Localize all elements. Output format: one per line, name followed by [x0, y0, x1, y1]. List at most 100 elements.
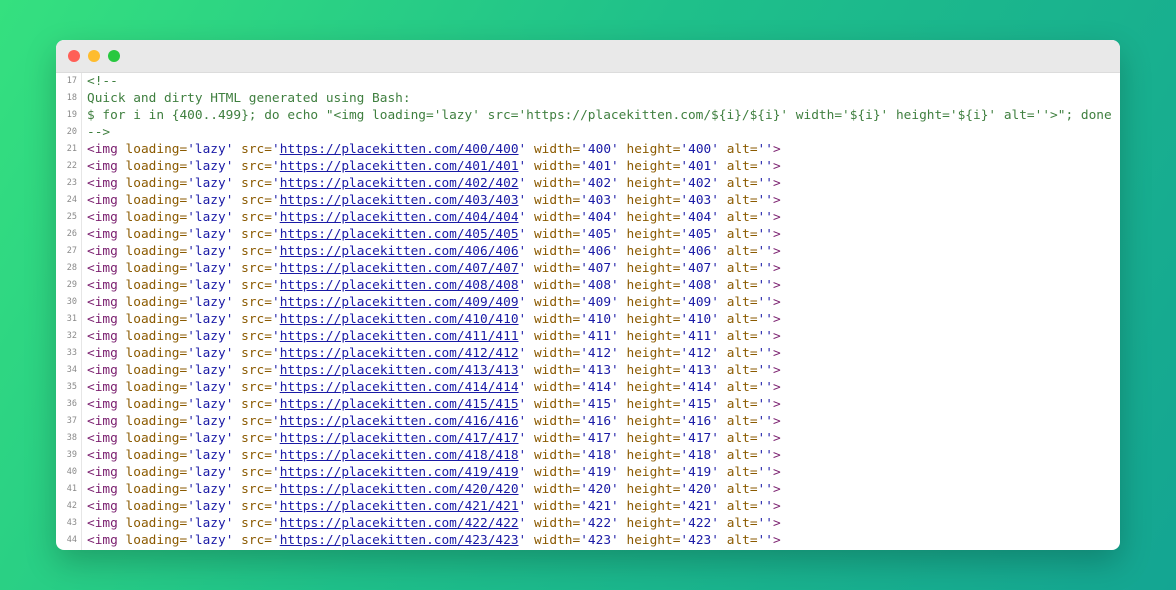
quote: ' [680, 142, 689, 157]
tag-open: <img [87, 295, 118, 310]
tag-open: <img [87, 397, 118, 412]
src-link[interactable]: https://placekitten.com/402/402 [280, 176, 519, 191]
quote: ' [711, 261, 719, 276]
src-link[interactable]: https://placekitten.com/411/411 [280, 329, 519, 344]
maximize-window-button[interactable] [108, 50, 120, 62]
src-link[interactable]: https://placekitten.com/407/407 [280, 261, 519, 276]
src-link[interactable]: https://placekitten.com/404/404 [280, 210, 519, 225]
quote: ' [680, 244, 689, 259]
quote: ' [271, 499, 280, 514]
attr-loading: loading= [125, 414, 188, 429]
src-link[interactable]: https://placekitten.com/421/421 [280, 499, 519, 514]
tag-close: > [772, 465, 781, 480]
src-link[interactable]: https://placekitten.com/405/405 [280, 227, 519, 242]
src-link[interactable]: https://placekitten.com/415/415 [280, 397, 519, 412]
attr-alt: alt= [726, 312, 758, 327]
quote: ' [611, 499, 619, 514]
quote: ' [580, 159, 588, 174]
src-link[interactable]: https://placekitten.com/416/416 [280, 414, 519, 429]
tag-open: <img [87, 414, 118, 429]
attr-alt: alt= [726, 448, 758, 463]
attr-height: height= [626, 142, 681, 157]
tag-open: <img [87, 193, 118, 208]
quote: ' [518, 193, 527, 208]
close-window-button[interactable] [68, 50, 80, 62]
line-number: 19 [56, 107, 82, 124]
src-link[interactable]: https://placekitten.com/420/420 [280, 482, 519, 497]
quote: ' [580, 295, 588, 310]
quote: ' [518, 533, 527, 548]
quote: ' [611, 397, 619, 412]
attr-value: 'lazy' [187, 193, 234, 208]
quote: ' [518, 159, 527, 174]
quote: ' [611, 533, 619, 548]
quote: ' [711, 414, 719, 429]
tag-open: <img [87, 431, 118, 446]
quote: ' [680, 397, 689, 412]
src-link[interactable]: https://placekitten.com/400/400 [280, 142, 519, 157]
line-number: 33 [56, 345, 82, 362]
attr-loading: loading= [125, 431, 188, 446]
line-number: 42 [56, 498, 82, 515]
src-link[interactable]: https://placekitten.com/422/422 [280, 516, 519, 531]
height-value: 406 [688, 244, 712, 259]
quote: ' [611, 159, 619, 174]
quote: ' [518, 431, 527, 446]
attr-width: width= [533, 533, 581, 548]
quote: ' [711, 380, 719, 395]
minimize-window-button[interactable] [88, 50, 100, 62]
src-link[interactable]: https://placekitten.com/423/423 [280, 533, 519, 548]
code-line: 38 <img loading='lazy' src='https://place… [56, 430, 1120, 447]
quote: ' [518, 312, 527, 327]
attr-alt: alt= [726, 210, 758, 225]
attr-value: 'lazy' [187, 295, 234, 310]
quote: ' [611, 227, 619, 242]
quote: ' [518, 278, 527, 293]
attr-value: '' [757, 516, 773, 531]
attr-value: '' [757, 397, 773, 412]
src-link[interactable]: https://placekitten.com/403/403 [280, 193, 519, 208]
line-number: 40 [56, 464, 82, 481]
code-text: <img loading='lazy' src='https://placeki… [82, 294, 781, 311]
attr-height: height= [626, 431, 681, 446]
quote: ' [711, 278, 719, 293]
attr-loading: loading= [125, 482, 188, 497]
code-editor[interactable]: 17 <!-- 18 Quick and dirty HTML generated u… [56, 73, 1120, 550]
code-text: <img loading='lazy' src='https://placeki… [82, 396, 781, 413]
attr-value: 'lazy' [187, 227, 234, 242]
quote: ' [518, 516, 527, 531]
src-link[interactable]: https://placekitten.com/417/417 [280, 431, 519, 446]
tag-close: > [772, 210, 781, 225]
src-link[interactable]: https://placekitten.com/408/408 [280, 278, 519, 293]
quote: ' [680, 363, 689, 378]
quote: ' [711, 227, 719, 242]
code-window: 17 <!-- 18 Quick and dirty HTML generated u… [56, 40, 1120, 550]
src-link[interactable]: https://placekitten.com/418/418 [280, 448, 519, 463]
src-link[interactable]: https://placekitten.com/401/401 [280, 159, 519, 174]
line-number: 20 [56, 124, 82, 141]
attr-alt: alt= [726, 193, 758, 208]
quote: ' [518, 397, 527, 412]
attr-alt: alt= [726, 397, 758, 412]
code-line: 43 <img loading='lazy' src='https://place… [56, 515, 1120, 532]
quote: ' [680, 159, 689, 174]
attr-height: height= [626, 278, 681, 293]
src-link[interactable]: https://placekitten.com/409/409 [280, 295, 519, 310]
attr-value: 'lazy' [187, 414, 234, 429]
attr-alt: alt= [726, 414, 758, 429]
attr-width: width= [533, 380, 581, 395]
src-link[interactable]: https://placekitten.com/412/412 [280, 346, 519, 361]
quote: ' [271, 227, 280, 242]
width-value: 401 [587, 159, 612, 174]
quote: ' [711, 176, 719, 191]
attr-height: height= [626, 329, 681, 344]
src-link[interactable]: https://placekitten.com/419/419 [280, 465, 519, 480]
src-link[interactable]: https://placekitten.com/410/410 [280, 312, 519, 327]
attr-value: '' [757, 346, 773, 361]
src-link[interactable]: https://placekitten.com/413/413 [280, 363, 519, 378]
line-number: 31 [56, 311, 82, 328]
quote: ' [271, 278, 280, 293]
quote: ' [711, 244, 719, 259]
src-link[interactable]: https://placekitten.com/414/414 [280, 380, 519, 395]
src-link[interactable]: https://placekitten.com/406/406 [280, 244, 519, 259]
